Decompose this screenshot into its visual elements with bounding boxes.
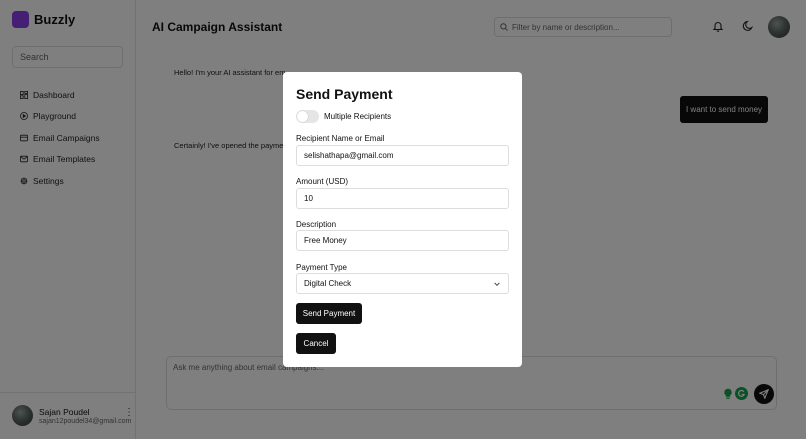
recipient-label: Recipient Name or Email	[296, 134, 385, 143]
recipient-field[interactable]	[296, 145, 509, 166]
payment-type-select[interactable]: Digital Check	[296, 273, 509, 294]
amount-field[interactable]	[296, 188, 509, 209]
amount-label: Amount (USD)	[296, 177, 349, 186]
toggle-knob	[297, 111, 308, 122]
multiple-recipients-toggle-row: Multiple Recipients	[296, 110, 391, 123]
modal-title: Send Payment	[296, 86, 393, 102]
send-payment-modal: Send Payment Multiple Recipients Recipie…	[283, 72, 522, 367]
chevron-down-icon	[494, 282, 500, 286]
cancel-button[interactable]: Cancel	[296, 333, 336, 354]
send-payment-button[interactable]: Send Payment	[296, 303, 362, 324]
description-field[interactable]	[296, 230, 509, 251]
description-label: Description	[296, 220, 337, 229]
multiple-recipients-toggle[interactable]	[296, 110, 319, 123]
payment-type-value: Digital Check	[304, 279, 352, 288]
payment-type-label: Payment Type	[296, 263, 347, 272]
multiple-recipients-label: Multiple Recipients	[324, 112, 392, 121]
